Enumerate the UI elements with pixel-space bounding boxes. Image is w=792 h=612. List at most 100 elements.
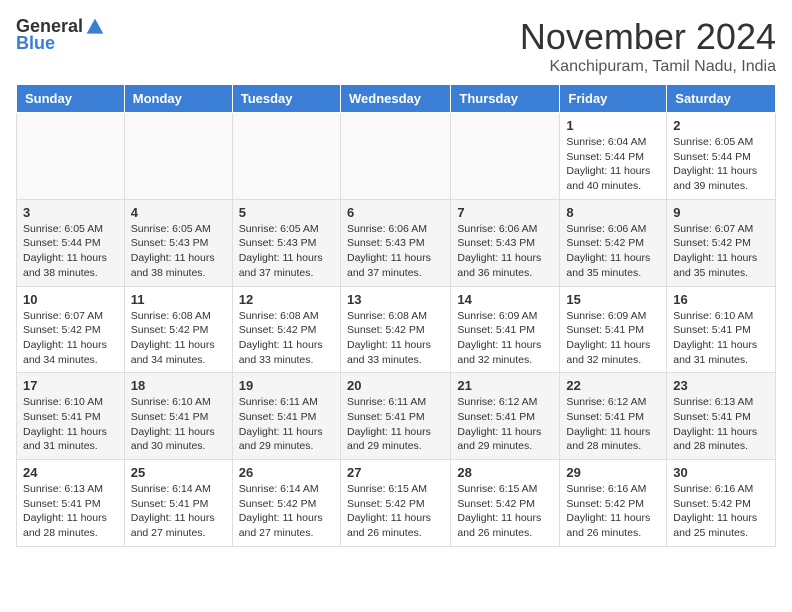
- day-info: Sunrise: 6:12 AMSunset: 5:41 PMDaylight:…: [457, 395, 553, 454]
- calendar-day-cell: [17, 113, 125, 200]
- day-info: Sunrise: 6:04 AMSunset: 5:44 PMDaylight:…: [566, 135, 660, 194]
- day-info: Sunrise: 6:05 AMSunset: 5:43 PMDaylight:…: [131, 222, 226, 281]
- calendar-day-cell: 9Sunrise: 6:07 AMSunset: 5:42 PMDaylight…: [667, 199, 776, 286]
- calendar-day-cell: 20Sunrise: 6:11 AMSunset: 5:41 PMDayligh…: [340, 373, 450, 460]
- day-info: Sunrise: 6:14 AMSunset: 5:42 PMDaylight:…: [239, 482, 334, 541]
- page-header: General Blue November 2024 Kanchipuram, …: [16, 16, 776, 76]
- day-info: Sunrise: 6:14 AMSunset: 5:41 PMDaylight:…: [131, 482, 226, 541]
- day-number: 11: [131, 292, 226, 307]
- day-number: 15: [566, 292, 660, 307]
- logo: General Blue: [16, 16, 105, 54]
- day-info: Sunrise: 6:05 AMSunset: 5:44 PMDaylight:…: [673, 135, 769, 194]
- calendar-day-cell: 8Sunrise: 6:06 AMSunset: 5:42 PMDaylight…: [560, 199, 667, 286]
- day-number: 22: [566, 378, 660, 393]
- day-info: Sunrise: 6:15 AMSunset: 5:42 PMDaylight:…: [347, 482, 444, 541]
- calendar-week-row: 17Sunrise: 6:10 AMSunset: 5:41 PMDayligh…: [17, 373, 776, 460]
- calendar-day-cell: 17Sunrise: 6:10 AMSunset: 5:41 PMDayligh…: [17, 373, 125, 460]
- location-text: Kanchipuram, Tamil Nadu, India: [520, 58, 776, 76]
- calendar-day-cell: 12 Sunrise: 6:08 AMSunset: 5:42 PMDayligh…: [232, 286, 340, 373]
- calendar-week-row: 24 Sunrise: 6:13 AMSunset: 5:41 PMDayligh…: [17, 460, 776, 547]
- day-number: 8: [566, 205, 660, 220]
- day-number: 29: [566, 465, 660, 480]
- day-number: 10: [23, 292, 118, 307]
- calendar-day-cell: [124, 113, 232, 200]
- day-info: Sunrise: 6:08 AMSunset: 5:42 PMDaylight:…: [347, 309, 444, 368]
- logo-icon: [85, 17, 105, 37]
- day-info: Sunrise: 6:05 AMSunset: 5:44 PMDaylight:…: [23, 222, 118, 281]
- day-number: 19: [239, 378, 334, 393]
- calendar-day-cell: 1 Sunrise: 6:04 AMSunset: 5:44 PMDaylight…: [560, 113, 667, 200]
- calendar-table: SundayMondayTuesdayWednesdayThursdayFrid…: [16, 84, 776, 547]
- day-info: Sunrise: 6:10 AMSunset: 5:41 PMDaylight:…: [23, 395, 118, 454]
- day-number: 2: [673, 118, 769, 133]
- day-info: Sunrise: 6:09 AMSunset: 5:41 PMDaylight:…: [457, 309, 553, 368]
- calendar-week-row: 1 Sunrise: 6:04 AMSunset: 5:44 PMDaylight…: [17, 113, 776, 200]
- day-number: 21: [457, 378, 553, 393]
- day-number: 20: [347, 378, 444, 393]
- day-info: Sunrise: 6:12 AMSunset: 5:41 PMDaylight:…: [566, 395, 660, 454]
- calendar-day-cell: 24 Sunrise: 6:13 AMSunset: 5:41 PMDayligh…: [17, 460, 125, 547]
- calendar-day-cell: 7 Sunrise: 6:06 AMSunset: 5:43 PMDaylight…: [451, 199, 560, 286]
- calendar-day-cell: 4 Sunrise: 6:05 AMSunset: 5:43 PMDaylight…: [124, 199, 232, 286]
- calendar-day-cell: 11 Sunrise: 6:08 AMSunset: 5:42 PMDayligh…: [124, 286, 232, 373]
- calendar-day-cell: 19 Sunrise: 6:11 AMSunset: 5:41 PMDayligh…: [232, 373, 340, 460]
- calendar-day-cell: [232, 113, 340, 200]
- day-info: Sunrise: 6:08 AMSunset: 5:42 PMDaylight:…: [239, 309, 334, 368]
- calendar-day-cell: 22 Sunrise: 6:12 AMSunset: 5:41 PMDayligh…: [560, 373, 667, 460]
- day-info: Sunrise: 6:11 AMSunset: 5:41 PMDaylight:…: [239, 395, 334, 454]
- weekday-header-friday: Friday: [560, 85, 667, 113]
- day-number: 9: [673, 205, 769, 220]
- day-info: Sunrise: 6:08 AMSunset: 5:42 PMDaylight:…: [131, 309, 226, 368]
- day-number: 4: [131, 205, 226, 220]
- calendar-day-cell: 2 Sunrise: 6:05 AMSunset: 5:44 PMDaylight…: [667, 113, 776, 200]
- calendar-day-cell: 26Sunrise: 6:14 AMSunset: 5:42 PMDayligh…: [232, 460, 340, 547]
- day-info: Sunrise: 6:09 AMSunset: 5:41 PMDaylight:…: [566, 309, 660, 368]
- calendar-day-cell: 14 Sunrise: 6:09 AMSunset: 5:41 PMDayligh…: [451, 286, 560, 373]
- day-number: 6: [347, 205, 444, 220]
- calendar-day-cell: 13 Sunrise: 6:08 AMSunset: 5:42 PMDayligh…: [340, 286, 450, 373]
- day-number: 14: [457, 292, 553, 307]
- calendar-day-cell: 18Sunrise: 6:10 AMSunset: 5:41 PMDayligh…: [124, 373, 232, 460]
- calendar-day-cell: [451, 113, 560, 200]
- day-number: 5: [239, 205, 334, 220]
- calendar-day-cell: 15 Sunrise: 6:09 AMSunset: 5:41 PMDayligh…: [560, 286, 667, 373]
- weekday-header-sunday: Sunday: [17, 85, 125, 113]
- month-title: November 2024: [520, 16, 776, 58]
- weekday-header-wednesday: Wednesday: [340, 85, 450, 113]
- day-number: 12: [239, 292, 334, 307]
- calendar-day-cell: 5 Sunrise: 6:05 AMSunset: 5:43 PMDaylight…: [232, 199, 340, 286]
- calendar-day-cell: 27Sunrise: 6:15 AMSunset: 5:42 PMDayligh…: [340, 460, 450, 547]
- title-section: November 2024 Kanchipuram, Tamil Nadu, I…: [520, 16, 776, 76]
- calendar-day-cell: 6 Sunrise: 6:06 AMSunset: 5:43 PMDaylight…: [340, 199, 450, 286]
- day-info: Sunrise: 6:06 AMSunset: 5:43 PMDaylight:…: [347, 222, 444, 281]
- calendar-header-row: SundayMondayTuesdayWednesdayThursdayFrid…: [17, 85, 776, 113]
- calendar-day-cell: 25Sunrise: 6:14 AMSunset: 5:41 PMDayligh…: [124, 460, 232, 547]
- day-number: 24: [23, 465, 118, 480]
- day-number: 18: [131, 378, 226, 393]
- day-info: Sunrise: 6:13 AMSunset: 5:41 PMDaylight:…: [673, 395, 769, 454]
- day-number: 28: [457, 465, 553, 480]
- weekday-header-monday: Monday: [124, 85, 232, 113]
- day-info: Sunrise: 6:13 AMSunset: 5:41 PMDaylight:…: [23, 482, 118, 541]
- calendar-day-cell: 10 Sunrise: 6:07 AMSunset: 5:42 PMDayligh…: [17, 286, 125, 373]
- calendar-day-cell: 23 Sunrise: 6:13 AMSunset: 5:41 PMDayligh…: [667, 373, 776, 460]
- calendar-day-cell: 21 Sunrise: 6:12 AMSunset: 5:41 PMDayligh…: [451, 373, 560, 460]
- day-number: 3: [23, 205, 118, 220]
- weekday-header-tuesday: Tuesday: [232, 85, 340, 113]
- weekday-header-thursday: Thursday: [451, 85, 560, 113]
- day-info: Sunrise: 6:06 AMSunset: 5:43 PMDaylight:…: [457, 222, 553, 281]
- day-info: Sunrise: 6:15 AMSunset: 5:42 PMDaylight:…: [457, 482, 553, 541]
- calendar-day-cell: 3 Sunrise: 6:05 AMSunset: 5:44 PMDaylight…: [17, 199, 125, 286]
- day-info: Sunrise: 6:16 AMSunset: 5:42 PMDaylight:…: [566, 482, 660, 541]
- day-number: 7: [457, 205, 553, 220]
- day-number: 16: [673, 292, 769, 307]
- day-info: Sunrise: 6:07 AMSunset: 5:42 PMDaylight:…: [23, 309, 118, 368]
- day-number: 13: [347, 292, 444, 307]
- day-info: Sunrise: 6:10 AMSunset: 5:41 PMDaylight:…: [673, 309, 769, 368]
- day-info: Sunrise: 6:16 AMSunset: 5:42 PMDaylight:…: [673, 482, 769, 541]
- day-number: 23: [673, 378, 769, 393]
- weekday-header-saturday: Saturday: [667, 85, 776, 113]
- day-info: Sunrise: 6:05 AMSunset: 5:43 PMDaylight:…: [239, 222, 334, 281]
- calendar-week-row: 3 Sunrise: 6:05 AMSunset: 5:44 PMDaylight…: [17, 199, 776, 286]
- day-number: 1: [566, 118, 660, 133]
